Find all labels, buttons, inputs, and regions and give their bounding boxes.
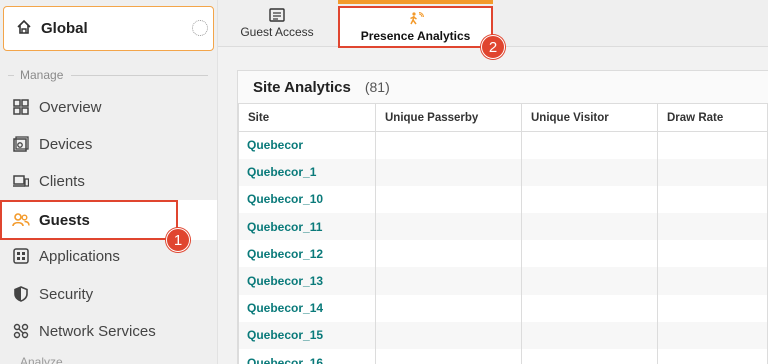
table-row: Quebecor_1 — [238, 158, 768, 186]
table-cell — [375, 294, 522, 322]
table-cell — [521, 185, 658, 214]
site-analytics-panel: Site Analytics (81) Site Unique Passerby… — [237, 70, 768, 364]
table-cell — [375, 185, 522, 214]
table-cell — [521, 267, 658, 295]
site-link[interactable]: Quebecor_11 — [238, 213, 376, 241]
callout-badge-1: 1 — [166, 228, 190, 252]
sidebar-item-label: Devices — [39, 135, 93, 153]
sidebar: Global Manage Overview Devices Clients G… — [0, 0, 218, 364]
table-cell — [375, 131, 522, 159]
section-header-analyze: Analyze — [20, 355, 63, 364]
table-cell — [375, 267, 522, 295]
table-cell — [521, 240, 658, 268]
table-row: Quebecor_16 — [238, 349, 768, 364]
table-cell — [657, 294, 768, 322]
table-cell — [375, 213, 522, 241]
sidebar-item-devices[interactable]: Devices — [0, 126, 217, 162]
sidebar-item-guests[interactable]: Guests — [0, 200, 178, 240]
site-link[interactable]: Quebecor_16 — [238, 349, 376, 364]
scope-label: Global — [41, 20, 88, 37]
presence-analytics-icon — [409, 12, 424, 25]
table-row: Quebecor_11 — [238, 213, 768, 241]
tab-presence-analytics[interactable]: Presence Analytics — [338, 0, 493, 48]
site-link[interactable]: Quebecor_10 — [238, 185, 376, 214]
table-cell — [375, 158, 522, 186]
table-cell — [657, 321, 768, 349]
section-label: Manage — [20, 68, 64, 82]
sidebar-item-overview[interactable]: Overview — [0, 89, 217, 125]
applications-icon — [12, 247, 30, 265]
site-link[interactable]: Quebecor_14 — [238, 294, 376, 322]
table-cell — [521, 294, 658, 322]
site-count: (81) — [364, 79, 390, 95]
guest-access-icon — [269, 8, 285, 22]
table-cell — [375, 349, 522, 364]
network-services-icon — [12, 322, 30, 340]
sidebar-item-label: Network Services — [39, 322, 156, 340]
table-row: Quebecor_14 — [238, 294, 768, 322]
column-header-draw-rate[interactable]: Draw Rate — [657, 103, 768, 132]
sidebar-item-clients[interactable]: Clients — [0, 163, 217, 199]
table-cell — [657, 349, 768, 364]
table-cell — [657, 158, 768, 186]
devices-icon — [12, 135, 30, 153]
table-cell — [521, 213, 658, 241]
table-row: Quebecor_12 — [238, 240, 768, 268]
site-link[interactable]: Quebecor_12 — [238, 240, 376, 268]
panel-header: Site Analytics (81) — [238, 71, 768, 103]
tab-guest-access[interactable]: Guest Access — [232, 8, 322, 46]
table-cell — [521, 131, 658, 159]
table-cell — [657, 240, 768, 268]
callout-badge-2: 2 — [481, 35, 505, 59]
table-cell — [657, 131, 768, 159]
table-row: Quebecor — [238, 131, 768, 159]
table-cell — [375, 240, 522, 268]
home-icon — [17, 19, 31, 34]
sidebar-item-security[interactable]: Security — [0, 276, 217, 312]
loading-spinner-icon — [192, 20, 208, 36]
clients-icon — [12, 172, 30, 190]
section-header-manage: Manage — [8, 67, 208, 83]
sidebar-item-label: Applications — [39, 247, 120, 265]
sidebar-item-label: Guests — [39, 211, 90, 229]
table-cell — [521, 158, 658, 186]
sidebar-item-network-services[interactable]: Network Services — [0, 313, 217, 349]
column-header-site[interactable]: Site — [238, 103, 376, 132]
guests-icon — [12, 211, 30, 229]
tab-label: Presence Analytics — [360, 29, 471, 43]
table-cell — [657, 185, 768, 214]
sidebar-item-label: Overview — [39, 98, 102, 116]
site-table: Site Unique Passerby Unique Visitor Draw… — [238, 103, 768, 364]
panel-title: Site Analytics — [253, 78, 351, 96]
table-row: Quebecor_10 — [238, 185, 768, 214]
site-link[interactable]: Quebecor_13 — [238, 267, 376, 295]
shield-icon — [12, 285, 30, 303]
column-header-unique-passerby[interactable]: Unique Passerby — [375, 103, 522, 132]
site-link[interactable]: Quebecor_1 — [238, 158, 376, 186]
site-link[interactable]: Quebecor — [238, 131, 376, 159]
table-cell — [521, 349, 658, 364]
scope-selector[interactable]: Global — [3, 6, 214, 51]
table-cell — [521, 321, 658, 349]
site-link[interactable]: Quebecor_15 — [238, 321, 376, 349]
table-cell — [657, 267, 768, 295]
table-row: Quebecor_13 — [238, 267, 768, 295]
overview-grid-icon — [12, 98, 30, 116]
tab-label: Guest Access — [240, 25, 314, 39]
table-cell — [657, 213, 768, 241]
table-row: Quebecor_15 — [238, 321, 768, 349]
table-cell — [375, 321, 522, 349]
sidebar-item-label: Security — [39, 285, 94, 303]
sidebar-item-label: Clients — [39, 172, 85, 190]
column-header-unique-visitor[interactable]: Unique Visitor — [521, 103, 658, 132]
